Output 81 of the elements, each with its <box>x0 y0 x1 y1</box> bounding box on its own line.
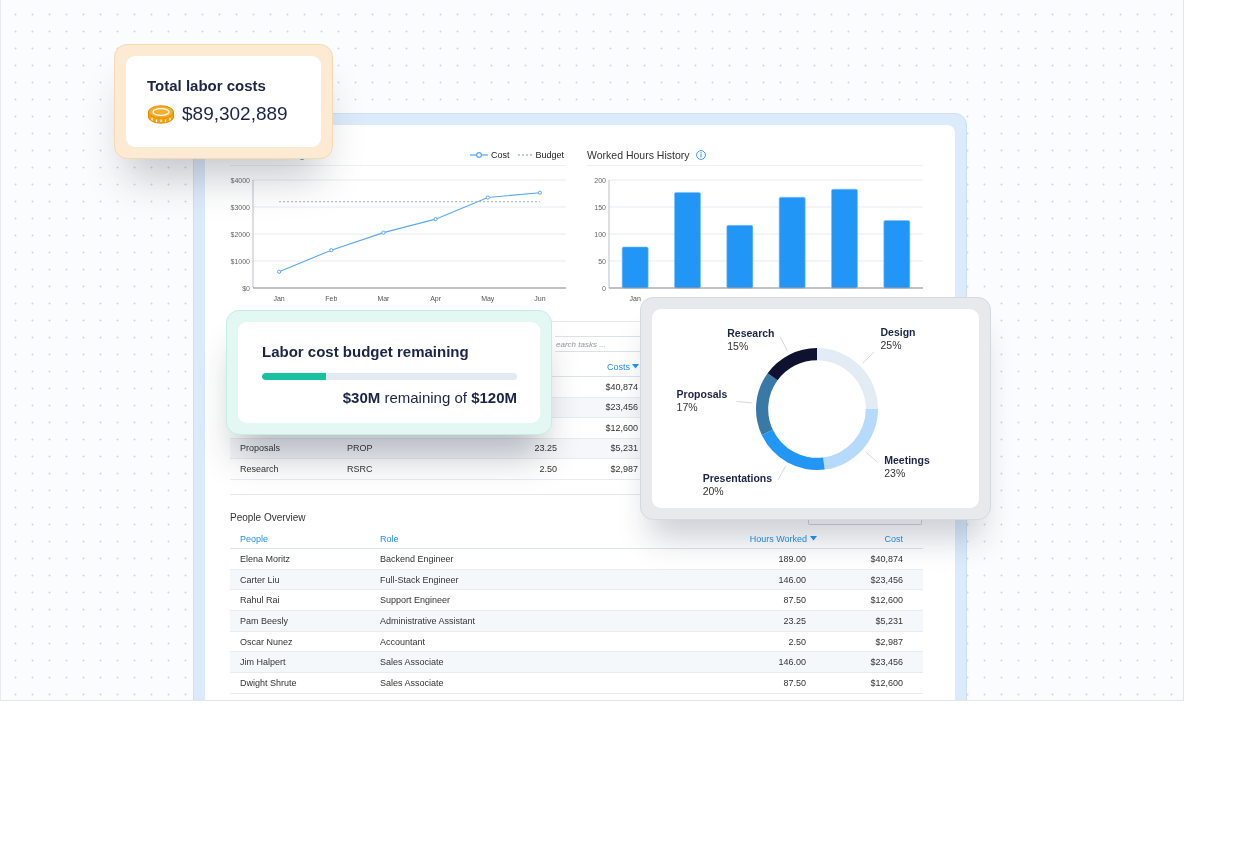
table-cell-text: $23,456 <box>869 574 904 585</box>
leader-line <box>777 465 787 481</box>
table-cell-text: Proposals <box>239 443 282 454</box>
legend-label: Budget <box>535 150 564 160</box>
table-cell-text: RSRC <box>346 463 374 474</box>
segment-value: 17% <box>676 400 698 414</box>
table-cell-text: $40,874 <box>604 381 639 392</box>
leader-line <box>735 400 753 404</box>
coin-icon <box>147 103 175 125</box>
table-cell-text: 146.00 <box>777 657 807 668</box>
segment-value: 15% <box>727 340 749 354</box>
table-cell-text: $5,231 <box>609 443 639 454</box>
table-cell-text: 2.50 <box>538 463 558 474</box>
table-cell-text: $40,874 <box>869 553 904 564</box>
table-cell-text: $23,456 <box>604 402 639 413</box>
data-point <box>537 190 542 195</box>
column-header[interactable]: Cost <box>817 533 923 544</box>
data-point <box>277 269 282 274</box>
table-cell-text: 23.25 <box>782 615 807 626</box>
budget-summary: $30M remaining of $120M <box>341 389 517 407</box>
data-point <box>433 217 438 222</box>
table-cell-text: Carter Liu <box>239 574 281 585</box>
bar <box>726 225 754 289</box>
table-cell-text: Sales Associate <box>379 677 445 688</box>
total-amount: $89,302,889 <box>182 103 288 125</box>
chart-title: Worked Hours History <box>587 149 690 161</box>
table-cell-text: Oscar Nunez <box>239 636 294 647</box>
column-header[interactable]: Role <box>370 533 667 544</box>
legend-label: Cost <box>490 150 510 160</box>
data-point <box>329 248 334 253</box>
leader-line <box>862 351 875 364</box>
segment-value: 25% <box>880 339 902 353</box>
column-header[interactable]: People <box>230 533 370 544</box>
table-cell-text: 87.50 <box>782 677 807 688</box>
search-field[interactable]: earch tasks ... <box>555 336 643 352</box>
table-cell-text: Rahul Rai <box>239 595 281 606</box>
table-cell-text: 146.00 <box>777 574 807 585</box>
table-cell-text: Jim Halpert <box>239 657 287 668</box>
leader-line <box>865 451 879 463</box>
table-cell-text: Full-Stack Engineer <box>379 574 460 585</box>
table-cell-text: Research <box>239 463 280 474</box>
leader-line <box>779 336 788 352</box>
table-cell-text: $23,456 <box>869 657 904 668</box>
column-header[interactable]: Costs <box>563 361 643 372</box>
line-marker-icon <box>469 151 488 159</box>
table-cell-text: Administrative Assistant <box>379 615 477 626</box>
segment-name: Research <box>727 327 775 341</box>
table-cell-text: $5,231 <box>874 615 904 626</box>
section-title: People Overview <box>230 512 306 523</box>
bar <box>883 220 911 289</box>
table-cell-text: $12,600 <box>869 595 904 606</box>
table-cell-text: Sales Associate <box>379 657 445 668</box>
table-cell-text: Accountant <box>379 636 427 647</box>
segment-value: 20% <box>702 485 724 499</box>
dashed-line-icon <box>518 151 533 159</box>
table-cell-text: Support Engineer <box>379 595 452 606</box>
data-point <box>381 230 386 235</box>
segment-name: Meetings <box>884 453 930 467</box>
table-cell-text: 189.00 <box>777 553 807 564</box>
card-title: Labor cost budget remaining <box>262 343 470 361</box>
segment-name: Presentations <box>702 472 773 486</box>
table-cell-text: $2,987 <box>874 636 904 647</box>
segment-name: Proposals <box>676 387 728 401</box>
table-cell-text: $12,600 <box>604 422 639 433</box>
table-cell-text: $2,987 <box>609 463 639 474</box>
data-point <box>485 195 490 200</box>
segment-name: Design <box>880 326 916 340</box>
bar <box>621 246 649 289</box>
table-cell-text: PROP <box>346 443 374 454</box>
table-cell-text: Elena Moritz <box>239 553 292 564</box>
table-cell-text: Pam Beesly <box>239 615 290 626</box>
table-cell-text: 87.50 <box>782 595 807 606</box>
table-cell-text: $12,600 <box>869 677 904 688</box>
table-cell-text: 23.25 <box>533 443 558 454</box>
table-cell-text: Backend Engineer <box>379 553 455 564</box>
card-title: Total labor costs <box>147 77 267 95</box>
table-cell-text: 2.50 <box>787 636 807 647</box>
table-cell-text: Dwight Shrute <box>239 677 298 688</box>
segment-value: 23% <box>884 466 906 480</box>
column-header[interactable]: Hours Worked <box>667 533 817 544</box>
info-icon <box>695 150 706 160</box>
